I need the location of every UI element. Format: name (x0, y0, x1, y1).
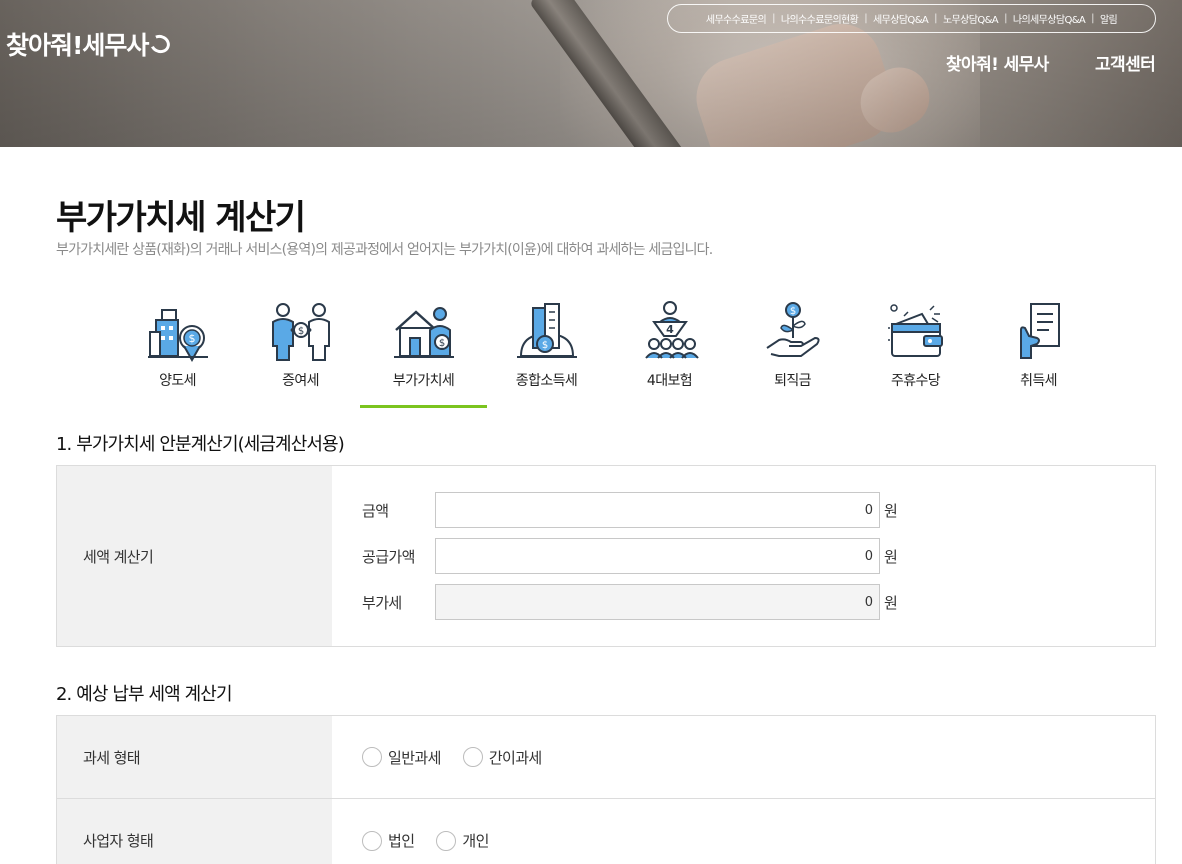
vat-unit: 원 (884, 593, 898, 612)
section2-title: 2. 예상 납부 세액 계산기 (56, 684, 233, 705)
business-type-row: 사업자 형태 법인 개인 (57, 799, 1155, 864)
radio-circle-icon[interactable] (362, 747, 382, 767)
utility-link-tax-qa[interactable]: 세무상담Q&A (873, 11, 929, 26)
tab-capital-gains-tax[interactable]: $ 양도세 (116, 298, 239, 408)
tab-severance-pay[interactable]: $ 퇴직금 (731, 298, 854, 408)
tab-label: 양도세 (159, 373, 196, 389)
svg-text:$: $ (297, 326, 303, 337)
vat-output-field (435, 584, 880, 620)
amount-input[interactable] (435, 492, 880, 528)
tab-weekly-holiday-pay[interactable]: 주휴수당 (854, 298, 977, 408)
utility-link-notifications[interactable]: 알림 (1100, 11, 1118, 26)
supply-value-unit: 원 (884, 547, 898, 566)
section1-row-label: 세액 계산기 (57, 466, 332, 646)
supply-value-label: 공급가액 (362, 547, 415, 566)
vat-split-calculator: 세액 계산기 금액 원 공급가액 원 부가세 원 (56, 465, 1156, 647)
utility-link-my-tax-qa[interactable]: 나의세무상담Q&A (1013, 11, 1086, 26)
vat-row: 부가세 원 (362, 584, 898, 620)
radio-individual[interactable]: 개인 (436, 830, 489, 851)
group-four-icon: 4 (644, 301, 699, 359)
document-hand-icon (1019, 303, 1060, 359)
city-globe-icon: $ (516, 303, 577, 358)
site-logo[interactable]: 찾아줘!세무사 (6, 26, 173, 62)
utility-link-labor-qa[interactable]: 노무상담Q&A (943, 11, 999, 26)
tab-label: 취득세 (1020, 373, 1057, 389)
taxation-type-row: 과세 형태 일반과세 간이과세 (57, 716, 1155, 799)
nav-customer-center[interactable]: 고객센터 (1095, 50, 1156, 75)
vat-label: 부가세 (362, 593, 402, 612)
radio-circle-icon[interactable] (362, 830, 382, 851)
amount-row: 금액 원 (362, 492, 898, 528)
tab-label: 부가가치세 (392, 373, 455, 389)
business-type-label: 사업자 형태 (57, 799, 332, 864)
page-description: 부가가치세란 상품(재화)의 거래나 서비스(용역)의 제공과정에서 얻어지는 … (56, 242, 713, 258)
svg-text:$: $ (188, 332, 195, 345)
house-person-icon: $ (393, 307, 454, 358)
logo-mark-icon (147, 32, 173, 56)
tab-social-insurance[interactable]: 4 4대보험 (608, 298, 731, 408)
svg-text:4: 4 (666, 323, 674, 336)
building-coin-icon: $ (147, 309, 208, 363)
amount-unit: 원 (884, 501, 898, 520)
radio-corporation[interactable]: 법인 (362, 830, 415, 851)
tax-calculator-tabs: $ 양도세 $ 증여세 $ 부가가치세 $ 종합소득세 4 4대보험 $ 퇴직금… (116, 298, 1100, 408)
radio-circle-icon[interactable] (462, 747, 483, 767)
utility-link-fee-inquiry[interactable]: 세무수수료문의 (706, 11, 767, 26)
tab-label: 주휴수당 (890, 373, 941, 389)
supply-value-row: 공급가액 원 (362, 538, 898, 574)
taxation-type-label: 과세 형태 (57, 716, 332, 798)
tab-gift-tax[interactable]: $ 증여세 (239, 298, 362, 408)
radio-simplified-taxation[interactable]: 간이과세 (462, 747, 542, 768)
tab-acquisition-tax[interactable]: 취득세 (977, 298, 1100, 408)
svg-text:$: $ (438, 338, 444, 349)
svg-text:$: $ (789, 306, 795, 317)
page-title: 부가가치세 계산기 (56, 198, 306, 238)
tab-vat[interactable]: $ 부가가치세 (360, 298, 487, 408)
utility-menu: 세무수수료문의 | 나의수수료문의현황 | 세무상담Q&A | 노무상담Q&A | 나의… (667, 4, 1156, 33)
tab-income-tax[interactable]: $ 종합소득세 (485, 298, 608, 408)
tab-label: 종합소득세 (515, 373, 578, 389)
amount-label: 금액 (362, 501, 389, 520)
radio-circle-icon[interactable] (436, 830, 457, 851)
radio-general-taxation[interactable]: 일반과세 (362, 747, 441, 768)
tab-label: 증여세 (282, 373, 319, 389)
utility-link-my-fee-inquiries[interactable]: 나의수수료문의현황 (781, 11, 859, 26)
section1-title: 1. 부가가치세 안분계산기(세금계산서용) (56, 434, 345, 455)
supply-value-input[interactable] (435, 538, 880, 574)
tab-label: 퇴직금 (774, 373, 811, 389)
nav-find-tax-accountant[interactable]: 찾아줘! 세무사 (946, 50, 1049, 75)
wallet-icon (887, 304, 943, 357)
hand-plant-coin-icon: $ (765, 302, 820, 357)
people-exchange-icon: $ (271, 303, 330, 361)
svg-text:$: $ (541, 340, 547, 351)
tab-label: 4대보험 (646, 373, 693, 389)
estimated-tax-calculator: 과세 형태 일반과세 간이과세 사업자 형태 법인 개인 (56, 715, 1156, 864)
